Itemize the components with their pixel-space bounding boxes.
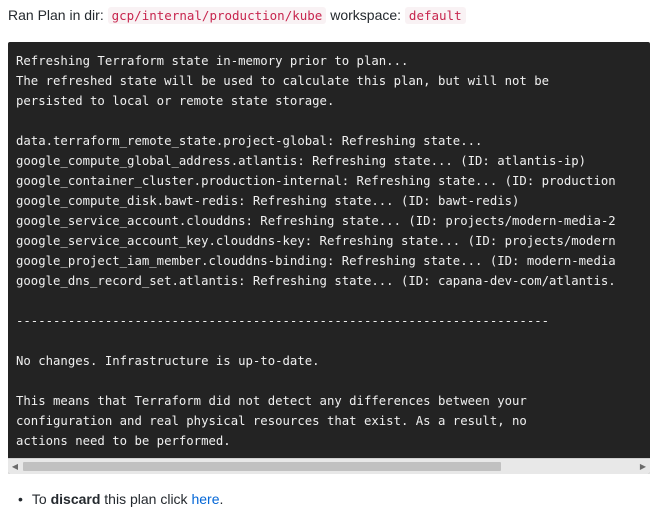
scroll-left-icon[interactable]: ◀ <box>8 459 22 474</box>
terminal-line: actions need to be performed. <box>16 434 231 448</box>
terminal-line: Refreshing Terraform state in-memory pri… <box>16 54 409 68</box>
scroll-thumb[interactable] <box>23 462 501 471</box>
discard-item: To discard this plan click here. <box>18 489 223 509</box>
terminal-line: persisted to local or remote state stora… <box>16 94 335 108</box>
horizontal-scrollbar[interactable]: ◀ ▶ <box>8 458 650 474</box>
terminal-line: google_compute_disk.bawt-redis: Refreshi… <box>16 194 520 208</box>
plan-header: Ran Plan in dir: gcp/internal/production… <box>8 5 466 26</box>
header-prefix: Ran Plan in dir: <box>8 7 104 23</box>
workspace-label: workspace: <box>330 7 402 23</box>
workspace-code: default <box>404 7 466 24</box>
discard-link[interactable]: here <box>191 491 219 507</box>
terminal-line: The refreshed state will be used to calc… <box>16 74 550 88</box>
terminal-line: google_project_iam_member.clouddns-bindi… <box>16 254 616 268</box>
dir-code: gcp/internal/production/kube <box>107 7 327 24</box>
discard-bold: discard <box>50 491 101 507</box>
terminal-line: ----------------------------------------… <box>16 314 550 328</box>
discard-middle: this plan click <box>100 491 192 507</box>
terminal-line: google_compute_global_address.atlantis: … <box>16 154 587 168</box>
discard-suffix: . <box>219 491 224 507</box>
terminal-line: google_dns_record_set.atlantis: Refreshi… <box>16 274 616 288</box>
actions-list: To discard this plan click here. <box>18 489 223 509</box>
terminal-line: data.terraform_remote_state.project-glob… <box>16 134 483 148</box>
plan-output-text: Refreshing Terraform state in-memory pri… <box>16 51 650 456</box>
discard-prefix: To <box>31 491 51 507</box>
terminal-line: No changes. Infrastructure is up-to-date… <box>16 354 320 368</box>
terminal-line: google_service_account.clouddns: Refresh… <box>16 214 616 228</box>
scroll-right-icon[interactable]: ▶ <box>636 459 650 474</box>
terminal-line: configuration and real physical resource… <box>16 414 527 428</box>
terminal-line: google_service_account_key.clouddns-key:… <box>16 234 616 248</box>
plan-output-block: Refreshing Terraform state in-memory pri… <box>8 42 650 474</box>
terminal-line: This means that Terraform did not detect… <box>16 394 527 408</box>
terminal-line: google_container_cluster.production-inte… <box>16 174 616 188</box>
